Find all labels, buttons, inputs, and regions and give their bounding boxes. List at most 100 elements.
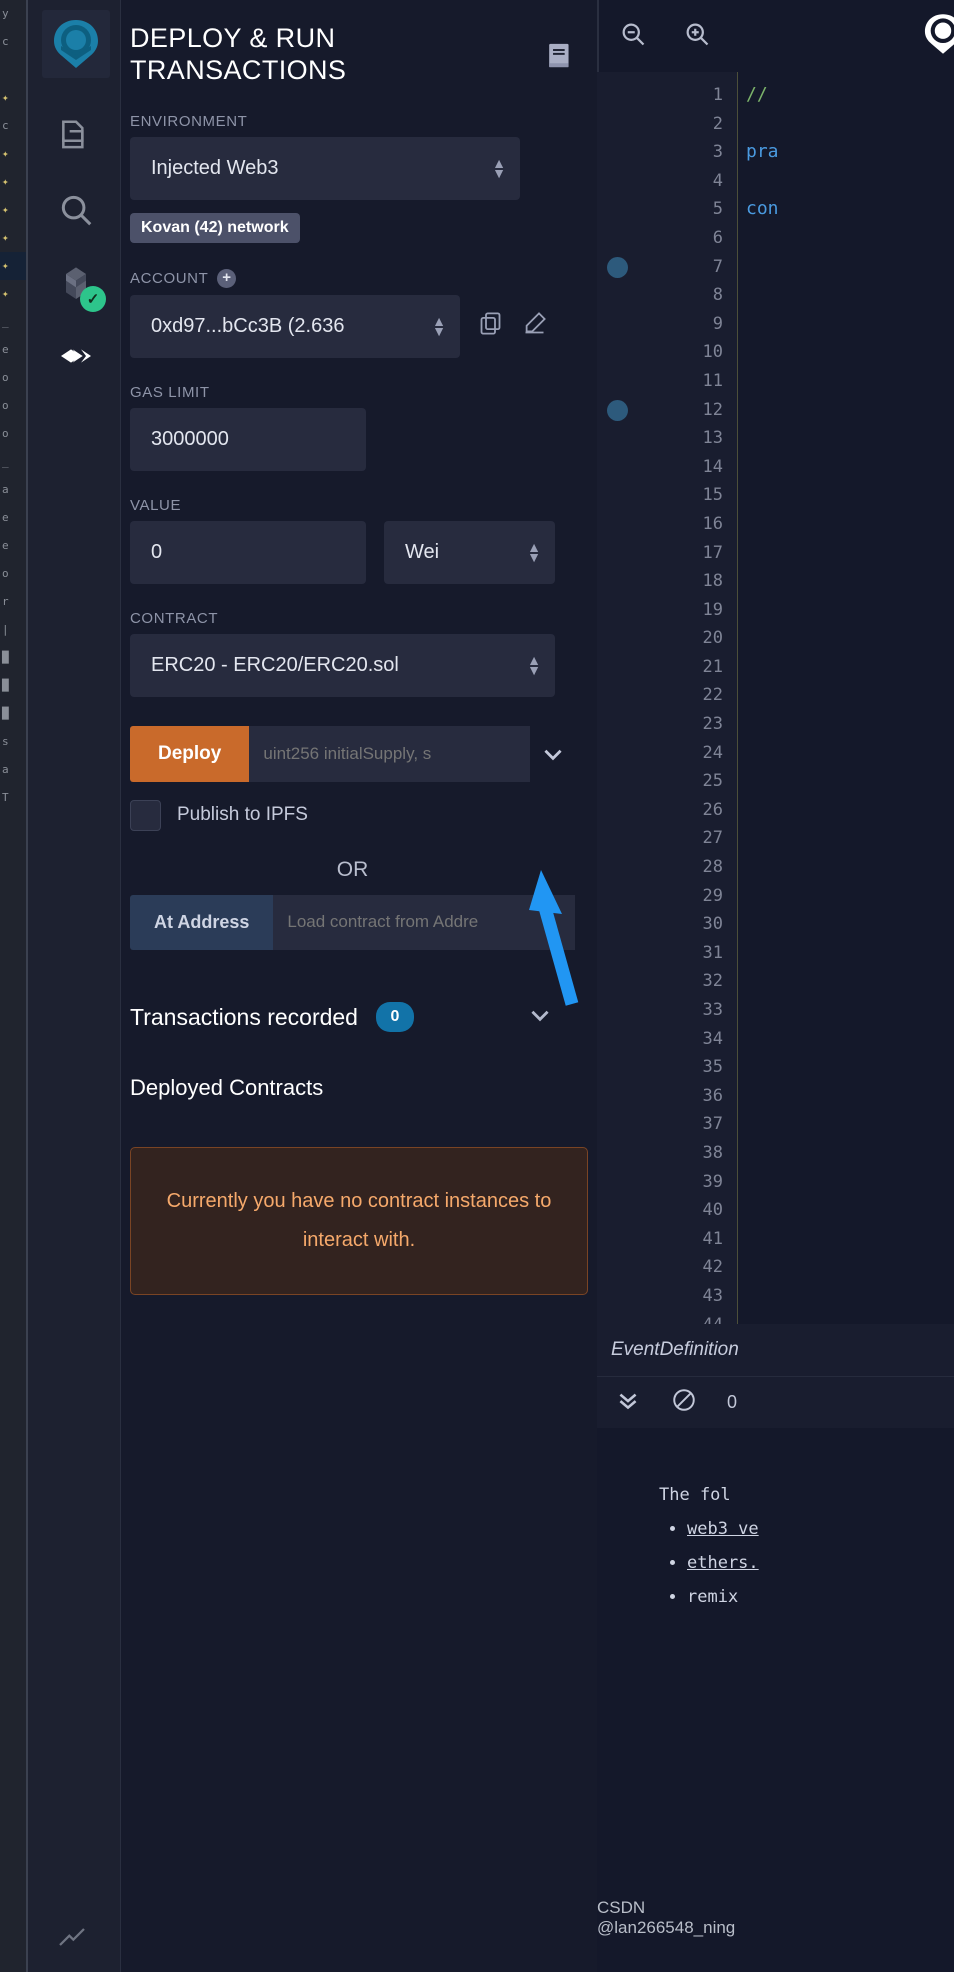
- line-number: 29: [702, 885, 723, 906]
- gas-limit-value: 3000000: [151, 427, 229, 450]
- sidebar-item-deploy-run-transactions[interactable]: [50, 330, 102, 382]
- line-number: 41: [702, 1228, 723, 1249]
- line-number: 18: [702, 571, 723, 592]
- line-number: 14: [702, 456, 723, 477]
- terminal-link-item[interactable]: ethers.: [687, 1546, 954, 1580]
- remix-logo-icon[interactable]: [920, 11, 954, 62]
- publish-ipfs-checkbox[interactable]: [130, 799, 161, 831]
- value-input[interactable]: 0: [130, 520, 366, 584]
- line-number: 4: [712, 170, 723, 191]
- line-number: 10: [702, 342, 723, 363]
- contract-value: ERC20 - ERC20/ERC20.sol: [151, 653, 399, 676]
- at-address-button[interactable]: At Address: [130, 894, 274, 950]
- line-number: 26: [702, 799, 723, 820]
- value-amount: 0: [151, 540, 163, 563]
- chevron-updown-icon: ▲ ▼: [492, 155, 506, 182]
- sign-message-icon[interactable]: [521, 310, 548, 342]
- environment-select[interactable]: Injected Web3 ▲ ▼: [130, 136, 520, 200]
- code-editor[interactable]: 1 2 3 4 5 6 7 8 9 10 11 12 13 14 15 16 17 18 19 20 21 22 23 24 2…: [597, 72, 954, 1335]
- terminal-intro-line: The fol: [659, 1485, 731, 1505]
- zoom-out-icon[interactable]: [619, 20, 647, 53]
- line-number: 35: [702, 1057, 723, 1078]
- add-account-icon[interactable]: +: [217, 268, 237, 288]
- sidebar-item-search[interactable]: [50, 184, 102, 236]
- sidebar-item-solidity-compiler[interactable]: ✓: [50, 258, 106, 312]
- chevron-updown-icon: ▲ ▼: [527, 539, 541, 566]
- line-number: 42: [702, 1257, 723, 1278]
- annotation-arrow: [528, 866, 598, 1006]
- line-number: 6: [712, 227, 723, 248]
- remix-link: remix: [687, 1587, 739, 1607]
- line-number: 1: [712, 85, 723, 105]
- line-number: 17: [702, 542, 723, 563]
- editor-status-text: EventDefinition: [611, 1339, 739, 1360]
- gas-limit-input[interactable]: 3000000: [130, 407, 366, 471]
- line-number: 39: [702, 1171, 723, 1192]
- line-number: 9: [712, 313, 723, 334]
- terminal-toolbar: 0: [597, 1376, 954, 1428]
- account-select[interactable]: 0xd97...bCc3B (2.636 ▲ ▼: [130, 294, 460, 358]
- value-label: VALUE: [130, 496, 182, 514]
- clear-console-icon[interactable]: [671, 1387, 697, 1418]
- watermark: CSDN @lan266548_ning: [597, 1898, 736, 1937]
- line-number: 27: [702, 828, 723, 849]
- line-number: 34: [702, 1028, 723, 1049]
- deployed-contracts-label: Deployed Contracts: [130, 1074, 324, 1100]
- zoom-in-icon[interactable]: [683, 20, 711, 53]
- line-number: 23: [702, 714, 723, 735]
- line-number-gutter: 1 2 3 4 5 6 7 8 9 10 11 12 13 14 15 16 17 18 19 20 21 22 23 24 2…: [597, 72, 737, 1335]
- activity-bar: ✓: [28, 0, 121, 1972]
- line-number: 43: [702, 1285, 723, 1306]
- transactions-recorded-label: Transactions recorded: [130, 1003, 358, 1030]
- breakpoint-marker[interactable]: [607, 256, 628, 278]
- account-label: ACCOUNT +: [130, 268, 575, 288]
- breakpoint-marker[interactable]: [607, 399, 628, 421]
- code-line: con: [746, 198, 779, 220]
- line-number: 3: [712, 142, 723, 163]
- line-number: 2: [712, 113, 723, 134]
- line-number: 25: [702, 771, 723, 792]
- value-unit: Wei: [405, 540, 440, 563]
- chevron-updown-icon: ▲ ▼: [432, 313, 446, 340]
- environment-label: ENVIRONMENT: [130, 112, 248, 130]
- terminal-link-item[interactable]: web3 ve: [687, 1512, 954, 1546]
- copy-icon[interactable]: [477, 310, 504, 342]
- code-line: pra: [746, 141, 779, 163]
- editor-terminal-area: 1 2 3 4 5 6 7 8 9 10 11 12 13 14 15 16 17 18 19 20 21 22 23 24 2…: [597, 0, 954, 1972]
- publish-ipfs-row: Publish to IPFS: [130, 799, 575, 831]
- web3-link[interactable]: web3 ve: [687, 1519, 759, 1539]
- terminal-output[interactable]: The fol web3 ve ethers. remix: [597, 1428, 954, 1972]
- deploy-button[interactable]: Deploy: [130, 725, 250, 782]
- constructor-args-input[interactable]: [249, 725, 530, 782]
- network-badge: Kovan (42) network: [130, 212, 300, 243]
- line-number: 20: [702, 628, 723, 649]
- editor-toolbar: [597, 0, 954, 72]
- sidebar-item-file-explorer[interactable]: [50, 110, 102, 162]
- line-number: 37: [702, 1114, 723, 1135]
- line-number: 32: [702, 971, 723, 992]
- double-chevron-down-icon[interactable]: [615, 1387, 641, 1418]
- contract-select[interactable]: ERC20 - ERC20/ERC20.sol ▲ ▼: [130, 633, 555, 697]
- value-unit-select[interactable]: Wei ▲ ▼: [384, 520, 555, 584]
- documentation-book-icon[interactable]: [544, 40, 575, 76]
- line-number: 19: [702, 599, 723, 620]
- publish-ipfs-label: Publish to IPFS: [177, 804, 308, 826]
- ethers-link[interactable]: ethers.: [687, 1553, 759, 1573]
- line-number: 28: [702, 857, 723, 878]
- line-number: 15: [702, 485, 723, 506]
- environment-value: Injected Web3: [151, 156, 279, 179]
- line-number: 13: [702, 428, 723, 449]
- chevron-down-icon[interactable]: [527, 1002, 597, 1033]
- line-number: 22: [702, 685, 723, 706]
- terminal-link-item: remix: [687, 1580, 954, 1614]
- code-content[interactable]: // pra con: [737, 72, 954, 1324]
- line-number: 31: [702, 942, 723, 963]
- settings-icon[interactable]: [56, 1921, 88, 1958]
- contract-label: CONTRACT: [130, 609, 219, 627]
- chevron-down-icon[interactable]: [530, 726, 575, 782]
- line-number: 16: [702, 513, 723, 534]
- transactions-recorded-header[interactable]: Transactions recorded 0: [121, 1002, 597, 1033]
- remix-logo-icon[interactable]: [42, 10, 110, 78]
